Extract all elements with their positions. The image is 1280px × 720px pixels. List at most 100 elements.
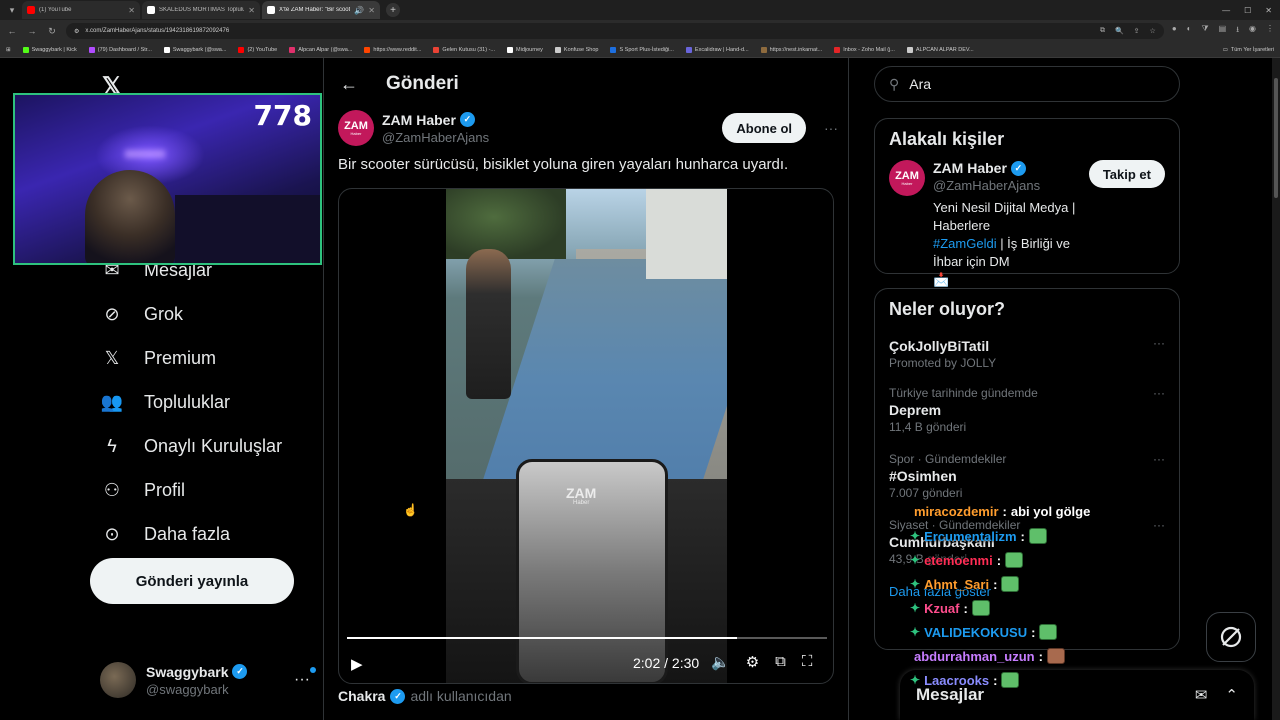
- trend-item[interactable]: ÇokJollyBiTatil Promoted by JOLLY ···: [875, 330, 1179, 380]
- webcam-desk: [175, 195, 320, 263]
- bookmark-item[interactable]: Alpcan Alpar (@swa...: [289, 46, 352, 53]
- bookmark-label: ALPCAN ALPAR DEV...: [915, 46, 974, 53]
- sidebar-icon[interactable]: ▤: [1219, 24, 1227, 38]
- install-icon[interactable]: ⧉: [1100, 27, 1105, 35]
- back-arrow-icon[interactable]: ←: [340, 74, 358, 95]
- bookmark-item[interactable]: Swaggybark | Kick: [22, 46, 77, 53]
- close-tab-icon[interactable]: ✕: [248, 6, 255, 15]
- bookmark-item[interactable]: S Sport Plus-İstediği...: [610, 46, 674, 53]
- related-person[interactable]: ZAM Haber ZAM Haber ✓ @ZamHaberAjans Yeni…: [875, 160, 1179, 289]
- post-button[interactable]: Gönderi yayınla: [90, 558, 294, 604]
- scrollbar-thumb[interactable]: [1274, 78, 1278, 198]
- bookmark-item[interactable]: Swaggybark (@swa...: [163, 46, 226, 53]
- trend-more-icon[interactable]: ···: [1153, 452, 1165, 466]
- bookmark-item[interactable]: https://www.reddit...: [364, 46, 421, 53]
- author-name[interactable]: ZAM Haber: [382, 112, 456, 128]
- related-handle[interactable]: @ZamHaberAjans: [933, 178, 1081, 193]
- browser-tab-zam-haber[interactable]: X'te ZAM Haber: "Bir scoot 🔊 ✕: [262, 1, 380, 19]
- related-bio: Yeni Nesil Dijital Medya | Haberlere #Za…: [933, 199, 1081, 289]
- browser-tab-bar: ▾ (1) YouTube ✕ SKALEDUS MORTIMAS Toplul…: [0, 0, 1280, 20]
- nav-item-daha-fazla[interactable]: ⊙ Daha fazla: [100, 514, 230, 554]
- url-bar[interactable]: ⚙ x.com/ZamHaberAjans/status/19423186198…: [66, 23, 1164, 39]
- trend-item[interactable]: Siyaset · Gündemdekiler Cumhurbaşkanı 43,9…: [875, 512, 1179, 578]
- bookmark-item[interactable]: (2) YouTube: [238, 46, 277, 53]
- post-more-icon[interactable]: ···: [824, 120, 838, 136]
- video-player[interactable]: ZAM Haber ☝ ▶ 2:02 / 2:30 🔈 ⚙ ⧉ ⛶: [338, 188, 834, 684]
- video-progress-bar[interactable]: [347, 637, 827, 639]
- nav-item-profil[interactable]: ⚇ Profil: [100, 470, 185, 510]
- site-info-icon[interactable]: ⚙: [74, 28, 79, 35]
- expand-up-icon[interactable]: ⌃: [1225, 686, 1238, 704]
- nav-item-topluluklar[interactable]: 👥 Topluluklar: [100, 382, 230, 422]
- more-options-icon[interactable]: ···: [294, 667, 316, 689]
- envelope-emoji-icon: 📩: [933, 272, 950, 287]
- community-name[interactable]: Chakra: [338, 688, 385, 704]
- close-window-icon[interactable]: ✕: [1265, 6, 1272, 15]
- tab-search-icon[interactable]: ▾: [4, 2, 20, 18]
- video-scene-pedestrian: [466, 249, 511, 399]
- verified-badge-icon: ✓: [459, 112, 475, 127]
- bookmark-star-icon[interactable]: ☆: [1150, 27, 1156, 35]
- trend-more-icon[interactable]: ···: [1153, 518, 1165, 532]
- bookmark-item[interactable]: ALPCAN ALPAR DEV...: [906, 46, 974, 53]
- forward-icon[interactable]: →: [26, 26, 38, 36]
- bookmark-item[interactable]: Midjourney: [507, 46, 543, 53]
- play-icon[interactable]: ▶: [351, 655, 363, 673]
- close-tab-icon[interactable]: ✕: [128, 6, 135, 15]
- bookmark-item[interactable]: Inbox - Zoho Mail (j...: [834, 46, 895, 53]
- browser-tab-youtube[interactable]: (1) YouTube ✕: [22, 1, 140, 19]
- close-tab-icon[interactable]: ✕: [368, 6, 375, 15]
- bookmark-item[interactable]: Excalidraw | Hand-d...: [685, 46, 749, 53]
- share-icon[interactable]: ⇪: [1134, 27, 1140, 35]
- subscribe-button[interactable]: Abone ol: [722, 113, 806, 143]
- follow-button[interactable]: Takip et: [1088, 160, 1165, 188]
- related-avatar[interactable]: ZAM Haber: [889, 160, 925, 196]
- url-text: x.com/ZamHaberAjans/status/1942318619872…: [85, 28, 230, 34]
- apps-grid-icon[interactable]: ⊞: [6, 47, 11, 53]
- bookmark-favicon-icon: [238, 46, 245, 53]
- new-tab-button[interactable]: +: [386, 3, 400, 17]
- trend-more-icon[interactable]: ···: [1153, 336, 1165, 350]
- maximize-icon[interactable]: ☐: [1244, 6, 1251, 15]
- volume-icon[interactable]: 🔈: [711, 653, 730, 671]
- trend-item[interactable]: Türkiye tarihinde gündemde Deprem 11,4 B g…: [875, 380, 1179, 446]
- page-scrollbar[interactable]: [1272, 58, 1280, 720]
- reload-icon[interactable]: ↻: [46, 26, 58, 37]
- bookmark-favicon-icon: [507, 46, 514, 53]
- nav-item-grok[interactable]: ⊘ Grok: [100, 294, 183, 334]
- download-icon[interactable]: ⭳: [1236, 24, 1239, 38]
- author-avatar[interactable]: ZAM Haber: [338, 110, 374, 146]
- nav-item-onaylı-kuruluşlar[interactable]: ϟ Onaylı Kuruluşlar: [100, 426, 282, 466]
- bookmark-item[interactable]: Konfuse Shop: [554, 46, 598, 53]
- column-divider: [848, 58, 849, 720]
- new-message-icon[interactable]: ✉: [1195, 686, 1208, 704]
- trend-item[interactable]: Spor · Gündemdekiler #Osimhen 7.007 gönder…: [875, 446, 1179, 512]
- search-input[interactable]: ⚲ Ara: [874, 66, 1180, 102]
- author-handle[interactable]: @ZamHaberAjans: [382, 130, 489, 145]
- bookmark-item[interactable]: Gelen Kutusu (31) -...: [433, 46, 495, 53]
- back-icon[interactable]: ←: [6, 26, 18, 36]
- extension-icon[interactable]: ◐: [1187, 24, 1192, 38]
- profile-icon[interactable]: ◉: [1249, 24, 1256, 38]
- speaker-icon[interactable]: 🔊: [354, 6, 364, 15]
- extension-icon[interactable]: ●: [1172, 24, 1177, 38]
- grok-button[interactable]: [1206, 612, 1256, 662]
- fullscreen-icon[interactable]: ⛶: [802, 653, 813, 671]
- related-name[interactable]: ZAM Haber: [933, 160, 1007, 176]
- bookmark-item[interactable]: (79) Dashboard / Str...: [88, 46, 152, 53]
- account-switcher[interactable]: Swaggybark ✓ @swaggybark ···: [100, 658, 316, 702]
- trend-more-icon[interactable]: ···: [1153, 386, 1165, 400]
- settings-gear-icon[interactable]: ⚙: [746, 653, 759, 671]
- bookmark-item[interactable]: https://nest.inkarnat...: [760, 46, 822, 53]
- browser-tab-skaledus[interactable]: SKALEDUS MORTIMAS Topluluk ✕: [142, 1, 260, 19]
- menu-icon[interactable]: ⋮: [1266, 24, 1274, 38]
- bio-hashtag[interactable]: #ZamGeldi: [933, 236, 997, 251]
- minimize-icon[interactable]: —: [1222, 6, 1230, 15]
- zoom-icon[interactable]: 🔍: [1115, 27, 1124, 35]
- verified-badge-icon: ✓: [390, 688, 406, 704]
- nav-item-premium[interactable]: 𝕏 Premium: [100, 338, 216, 378]
- puzzle-icon[interactable]: ⧩: [1202, 24, 1209, 38]
- all-bookmarks[interactable]: ▭ Tüm Yer İşaretleri: [1223, 47, 1274, 53]
- picture-in-picture-icon[interactable]: ⧉: [775, 653, 786, 671]
- subscriber-badge-icon: ✦: [910, 673, 921, 687]
